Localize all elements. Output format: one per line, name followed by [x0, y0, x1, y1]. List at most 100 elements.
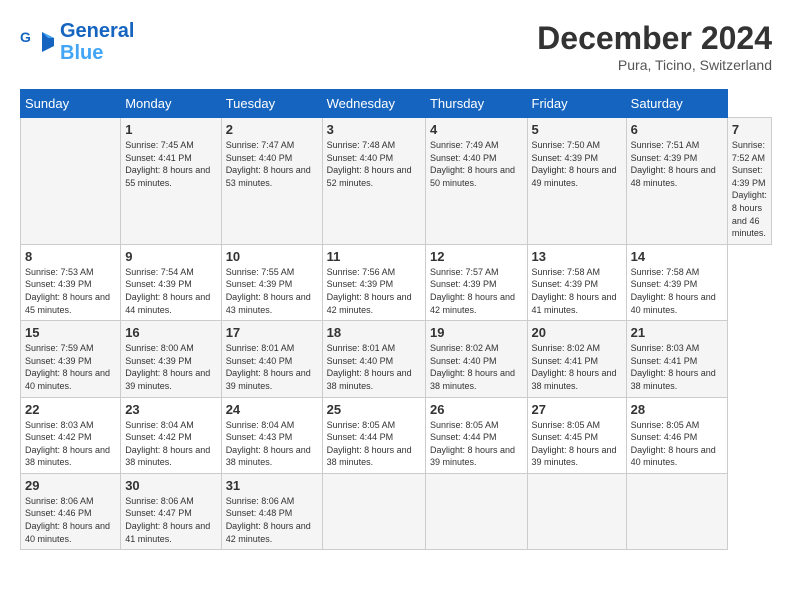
- calendar-week-2: 8 Sunrise: 7:53 AM Sunset: 4:39 PM Dayli…: [21, 244, 772, 320]
- day-info: Sunrise: 8:04 AM Sunset: 4:43 PM Dayligh…: [226, 419, 318, 469]
- calendar-cell: 16 Sunrise: 8:00 AM Sunset: 4:39 PM Dayl…: [121, 321, 221, 397]
- day-number: 7: [732, 122, 767, 137]
- day-info: Sunrise: 7:54 AM Sunset: 4:39 PM Dayligh…: [125, 266, 216, 316]
- day-number: 24: [226, 402, 318, 417]
- day-number: 6: [631, 122, 723, 137]
- day-number: 15: [25, 325, 116, 340]
- day-info: Sunrise: 7:53 AM Sunset: 4:39 PM Dayligh…: [25, 266, 116, 316]
- day-number: 12: [430, 249, 523, 264]
- day-info: Sunrise: 8:04 AM Sunset: 4:42 PM Dayligh…: [125, 419, 216, 469]
- calendar-header-row: SundayMondayTuesdayWednesdayThursdayFrid…: [21, 90, 772, 118]
- day-number: 29: [25, 478, 116, 493]
- day-header-monday: Monday: [121, 90, 221, 118]
- calendar-cell: [425, 473, 527, 549]
- title-block: December 2024 Pura, Ticino, Switzerland: [537, 20, 772, 73]
- calendar-cell: 15 Sunrise: 7:59 AM Sunset: 4:39 PM Dayl…: [21, 321, 121, 397]
- day-header-tuesday: Tuesday: [221, 90, 322, 118]
- day-number: 21: [631, 325, 723, 340]
- day-info: Sunrise: 8:06 AM Sunset: 4:47 PM Dayligh…: [125, 495, 216, 545]
- day-number: 4: [430, 122, 523, 137]
- calendar-cell: 4 Sunrise: 7:49 AM Sunset: 4:40 PM Dayli…: [425, 118, 527, 245]
- day-info: Sunrise: 7:57 AM Sunset: 4:39 PM Dayligh…: [430, 266, 523, 316]
- day-number: 26: [430, 402, 523, 417]
- calendar-cell: 27 Sunrise: 8:05 AM Sunset: 4:45 PM Dayl…: [527, 397, 626, 473]
- day-info: Sunrise: 8:06 AM Sunset: 4:48 PM Dayligh…: [226, 495, 318, 545]
- calendar-cell: 9 Sunrise: 7:54 AM Sunset: 4:39 PM Dayli…: [121, 244, 221, 320]
- calendar-cell: 18 Sunrise: 8:01 AM Sunset: 4:40 PM Dayl…: [322, 321, 425, 397]
- day-info: Sunrise: 8:05 AM Sunset: 4:46 PM Dayligh…: [631, 419, 723, 469]
- day-info: Sunrise: 8:01 AM Sunset: 4:40 PM Dayligh…: [327, 342, 421, 392]
- calendar-cell: 1 Sunrise: 7:45 AM Sunset: 4:41 PM Dayli…: [121, 118, 221, 245]
- calendar-cell: 26 Sunrise: 8:05 AM Sunset: 4:44 PM Dayl…: [425, 397, 527, 473]
- calendar-cell: 23 Sunrise: 8:04 AM Sunset: 4:42 PM Dayl…: [121, 397, 221, 473]
- calendar-cell: 13 Sunrise: 7:58 AM Sunset: 4:39 PM Dayl…: [527, 244, 626, 320]
- logo: G General Blue: [20, 20, 134, 64]
- day-number: 3: [327, 122, 421, 137]
- calendar-cell: 21 Sunrise: 8:03 AM Sunset: 4:41 PM Dayl…: [626, 321, 727, 397]
- day-number: 8: [25, 249, 116, 264]
- calendar-cell: [527, 473, 626, 549]
- day-number: 1: [125, 122, 216, 137]
- day-info: Sunrise: 7:52 AM Sunset: 4:39 PM Dayligh…: [732, 139, 767, 240]
- calendar-cell: 10 Sunrise: 7:55 AM Sunset: 4:39 PM Dayl…: [221, 244, 322, 320]
- day-info: Sunrise: 8:05 AM Sunset: 4:44 PM Dayligh…: [430, 419, 523, 469]
- month-title: December 2024: [537, 20, 772, 57]
- calendar-cell: 3 Sunrise: 7:48 AM Sunset: 4:40 PM Dayli…: [322, 118, 425, 245]
- day-info: Sunrise: 7:56 AM Sunset: 4:39 PM Dayligh…: [327, 266, 421, 316]
- day-number: 10: [226, 249, 318, 264]
- calendar-cell: 31 Sunrise: 8:06 AM Sunset: 4:48 PM Dayl…: [221, 473, 322, 549]
- day-number: 5: [532, 122, 622, 137]
- calendar-cell: 2 Sunrise: 7:47 AM Sunset: 4:40 PM Dayli…: [221, 118, 322, 245]
- calendar-cell: 24 Sunrise: 8:04 AM Sunset: 4:43 PM Dayl…: [221, 397, 322, 473]
- day-info: Sunrise: 8:06 AM Sunset: 4:46 PM Dayligh…: [25, 495, 116, 545]
- day-number: 31: [226, 478, 318, 493]
- calendar-cell: 6 Sunrise: 7:51 AM Sunset: 4:39 PM Dayli…: [626, 118, 727, 245]
- day-number: 16: [125, 325, 216, 340]
- day-info: Sunrise: 7:49 AM Sunset: 4:40 PM Dayligh…: [430, 139, 523, 189]
- calendar-cell: 17 Sunrise: 8:01 AM Sunset: 4:40 PM Dayl…: [221, 321, 322, 397]
- calendar-cell: 11 Sunrise: 7:56 AM Sunset: 4:39 PM Dayl…: [322, 244, 425, 320]
- day-info: Sunrise: 7:48 AM Sunset: 4:40 PM Dayligh…: [327, 139, 421, 189]
- calendar-cell: 19 Sunrise: 8:02 AM Sunset: 4:40 PM Dayl…: [425, 321, 527, 397]
- day-number: 18: [327, 325, 421, 340]
- day-number: 14: [631, 249, 723, 264]
- day-number: 9: [125, 249, 216, 264]
- day-info: Sunrise: 8:03 AM Sunset: 4:42 PM Dayligh…: [25, 419, 116, 469]
- calendar-cell: 8 Sunrise: 7:53 AM Sunset: 4:39 PM Dayli…: [21, 244, 121, 320]
- day-number: 22: [25, 402, 116, 417]
- calendar-week-4: 22 Sunrise: 8:03 AM Sunset: 4:42 PM Dayl…: [21, 397, 772, 473]
- day-info: Sunrise: 7:47 AM Sunset: 4:40 PM Dayligh…: [226, 139, 318, 189]
- calendar-cell: [21, 118, 121, 245]
- calendar-week-5: 29 Sunrise: 8:06 AM Sunset: 4:46 PM Dayl…: [21, 473, 772, 549]
- logo-icon: G: [20, 24, 56, 60]
- calendar-cell: [626, 473, 727, 549]
- logo-text: General Blue: [60, 20, 134, 64]
- day-header-sunday: Sunday: [21, 90, 121, 118]
- calendar-cell: 7 Sunrise: 7:52 AM Sunset: 4:39 PM Dayli…: [727, 118, 771, 245]
- day-number: 20: [532, 325, 622, 340]
- calendar-cell: 14 Sunrise: 7:58 AM Sunset: 4:39 PM Dayl…: [626, 244, 727, 320]
- day-header-friday: Friday: [527, 90, 626, 118]
- day-header-wednesday: Wednesday: [322, 90, 425, 118]
- day-number: 2: [226, 122, 318, 137]
- calendar-body: 1 Sunrise: 7:45 AM Sunset: 4:41 PM Dayli…: [21, 118, 772, 550]
- day-info: Sunrise: 8:00 AM Sunset: 4:39 PM Dayligh…: [125, 342, 216, 392]
- calendar-cell: 20 Sunrise: 8:02 AM Sunset: 4:41 PM Dayl…: [527, 321, 626, 397]
- page-header: G General Blue December 2024 Pura, Ticin…: [20, 20, 772, 73]
- day-info: Sunrise: 8:05 AM Sunset: 4:44 PM Dayligh…: [327, 419, 421, 469]
- calendar-cell: 28 Sunrise: 8:05 AM Sunset: 4:46 PM Dayl…: [626, 397, 727, 473]
- day-number: 27: [532, 402, 622, 417]
- day-info: Sunrise: 8:05 AM Sunset: 4:45 PM Dayligh…: [532, 419, 622, 469]
- calendar-cell: 30 Sunrise: 8:06 AM Sunset: 4:47 PM Dayl…: [121, 473, 221, 549]
- day-header-thursday: Thursday: [425, 90, 527, 118]
- calendar-cell: 5 Sunrise: 7:50 AM Sunset: 4:39 PM Dayli…: [527, 118, 626, 245]
- day-number: 23: [125, 402, 216, 417]
- day-info: Sunrise: 7:59 AM Sunset: 4:39 PM Dayligh…: [25, 342, 116, 392]
- calendar-week-1: 1 Sunrise: 7:45 AM Sunset: 4:41 PM Dayli…: [21, 118, 772, 245]
- day-number: 25: [327, 402, 421, 417]
- day-info: Sunrise: 8:03 AM Sunset: 4:41 PM Dayligh…: [631, 342, 723, 392]
- day-info: Sunrise: 7:51 AM Sunset: 4:39 PM Dayligh…: [631, 139, 723, 189]
- location: Pura, Ticino, Switzerland: [537, 57, 772, 73]
- calendar-cell: 12 Sunrise: 7:57 AM Sunset: 4:39 PM Dayl…: [425, 244, 527, 320]
- day-info: Sunrise: 7:45 AM Sunset: 4:41 PM Dayligh…: [125, 139, 216, 189]
